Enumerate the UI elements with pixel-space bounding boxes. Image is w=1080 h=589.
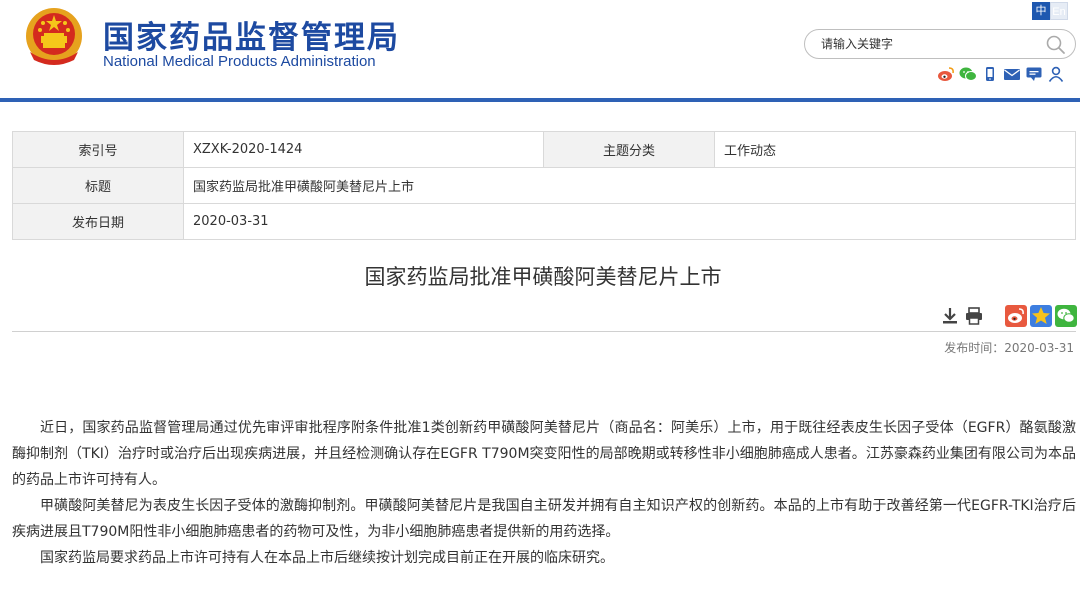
share-favorite-icon[interactable]: [1030, 305, 1052, 327]
table-row: 索引号 XZXK-2020-1424 主题分类 工作动态: [12, 131, 1076, 168]
user-icon[interactable]: [1047, 66, 1065, 82]
download-icon[interactable]: [940, 305, 960, 327]
topic-label: 主题分类: [543, 131, 715, 168]
index-label: 索引号: [12, 131, 184, 168]
index-value: XZXK-2020-1424: [183, 131, 544, 168]
lang-chinese-button[interactable]: 中: [1032, 2, 1050, 20]
search-icon[interactable]: [1045, 34, 1067, 56]
table-row: 发布日期 2020-03-31: [12, 203, 1076, 240]
social-links: [937, 66, 1065, 82]
weibo-icon[interactable]: [937, 66, 955, 82]
language-switch: 中 En: [1032, 2, 1068, 20]
message-icon[interactable]: [1025, 66, 1043, 82]
paragraph: 国家药监局要求药品上市许可持有人在本品上市后继续按计划完成目前正在开展的临床研究…: [40, 550, 614, 566]
site-header: 国家药品监督管理局 National Medical Products Admi…: [0, 0, 1080, 100]
date-value: 2020-03-31: [183, 203, 1076, 240]
site-title[interactable]: 国家药品监督管理局: [103, 12, 400, 57]
paragraph: 甲磺酸阿美替尼为表皮生长因子受体的激酶抑制剂。甲磺酸阿美替尼片是我国自主研发并拥…: [12, 498, 1076, 540]
article-title: 国家药监局批准甲磺酸阿美替尼片上市: [364, 265, 722, 289]
article-toolbar: [940, 305, 1077, 327]
share-wechat-icon[interactable]: [1055, 305, 1077, 327]
publish-label: 发布时间：: [944, 341, 1005, 355]
share-weibo-icon[interactable]: [1005, 305, 1027, 327]
search-input[interactable]: [821, 35, 1041, 53]
title-label: 标题: [12, 167, 184, 204]
paragraph: 近日，国家药品监督管理局通过优先审评审批程序附条件批准1类创新药甲磺酸阿美替尼片…: [12, 420, 1076, 488]
publish-date: 2020-03-31: [1004, 341, 1074, 355]
document-info-table: 索引号 XZXK-2020-1424 主题分类 工作动态 标题 国家药监局批准甲…: [12, 131, 1076, 240]
mobile-icon[interactable]: [981, 66, 999, 82]
title-divider: [12, 331, 1076, 332]
search-box: [804, 29, 1076, 59]
mail-icon[interactable]: [1003, 66, 1021, 82]
topic-value: 工作动态: [714, 131, 1076, 168]
date-label: 发布日期: [12, 203, 184, 240]
national-emblem-icon: [26, 8, 82, 65]
print-icon[interactable]: [964, 305, 984, 327]
wechat-icon[interactable]: [959, 66, 977, 82]
lang-english-button[interactable]: En: [1050, 2, 1068, 20]
article-body: 近日，国家药品监督管理局通过优先审评审批程序附条件批准1类创新药甲磺酸阿美替尼片…: [12, 415, 1076, 571]
table-row: 标题 国家药监局批准甲磺酸阿美替尼片上市: [12, 167, 1076, 204]
header-divider: [0, 98, 1080, 102]
publish-time: 发布时间：2020-03-31: [944, 339, 1074, 356]
site-title-english[interactable]: National Medical Products Administration: [103, 53, 376, 70]
title-value: 国家药监局批准甲磺酸阿美替尼片上市: [183, 167, 1076, 204]
